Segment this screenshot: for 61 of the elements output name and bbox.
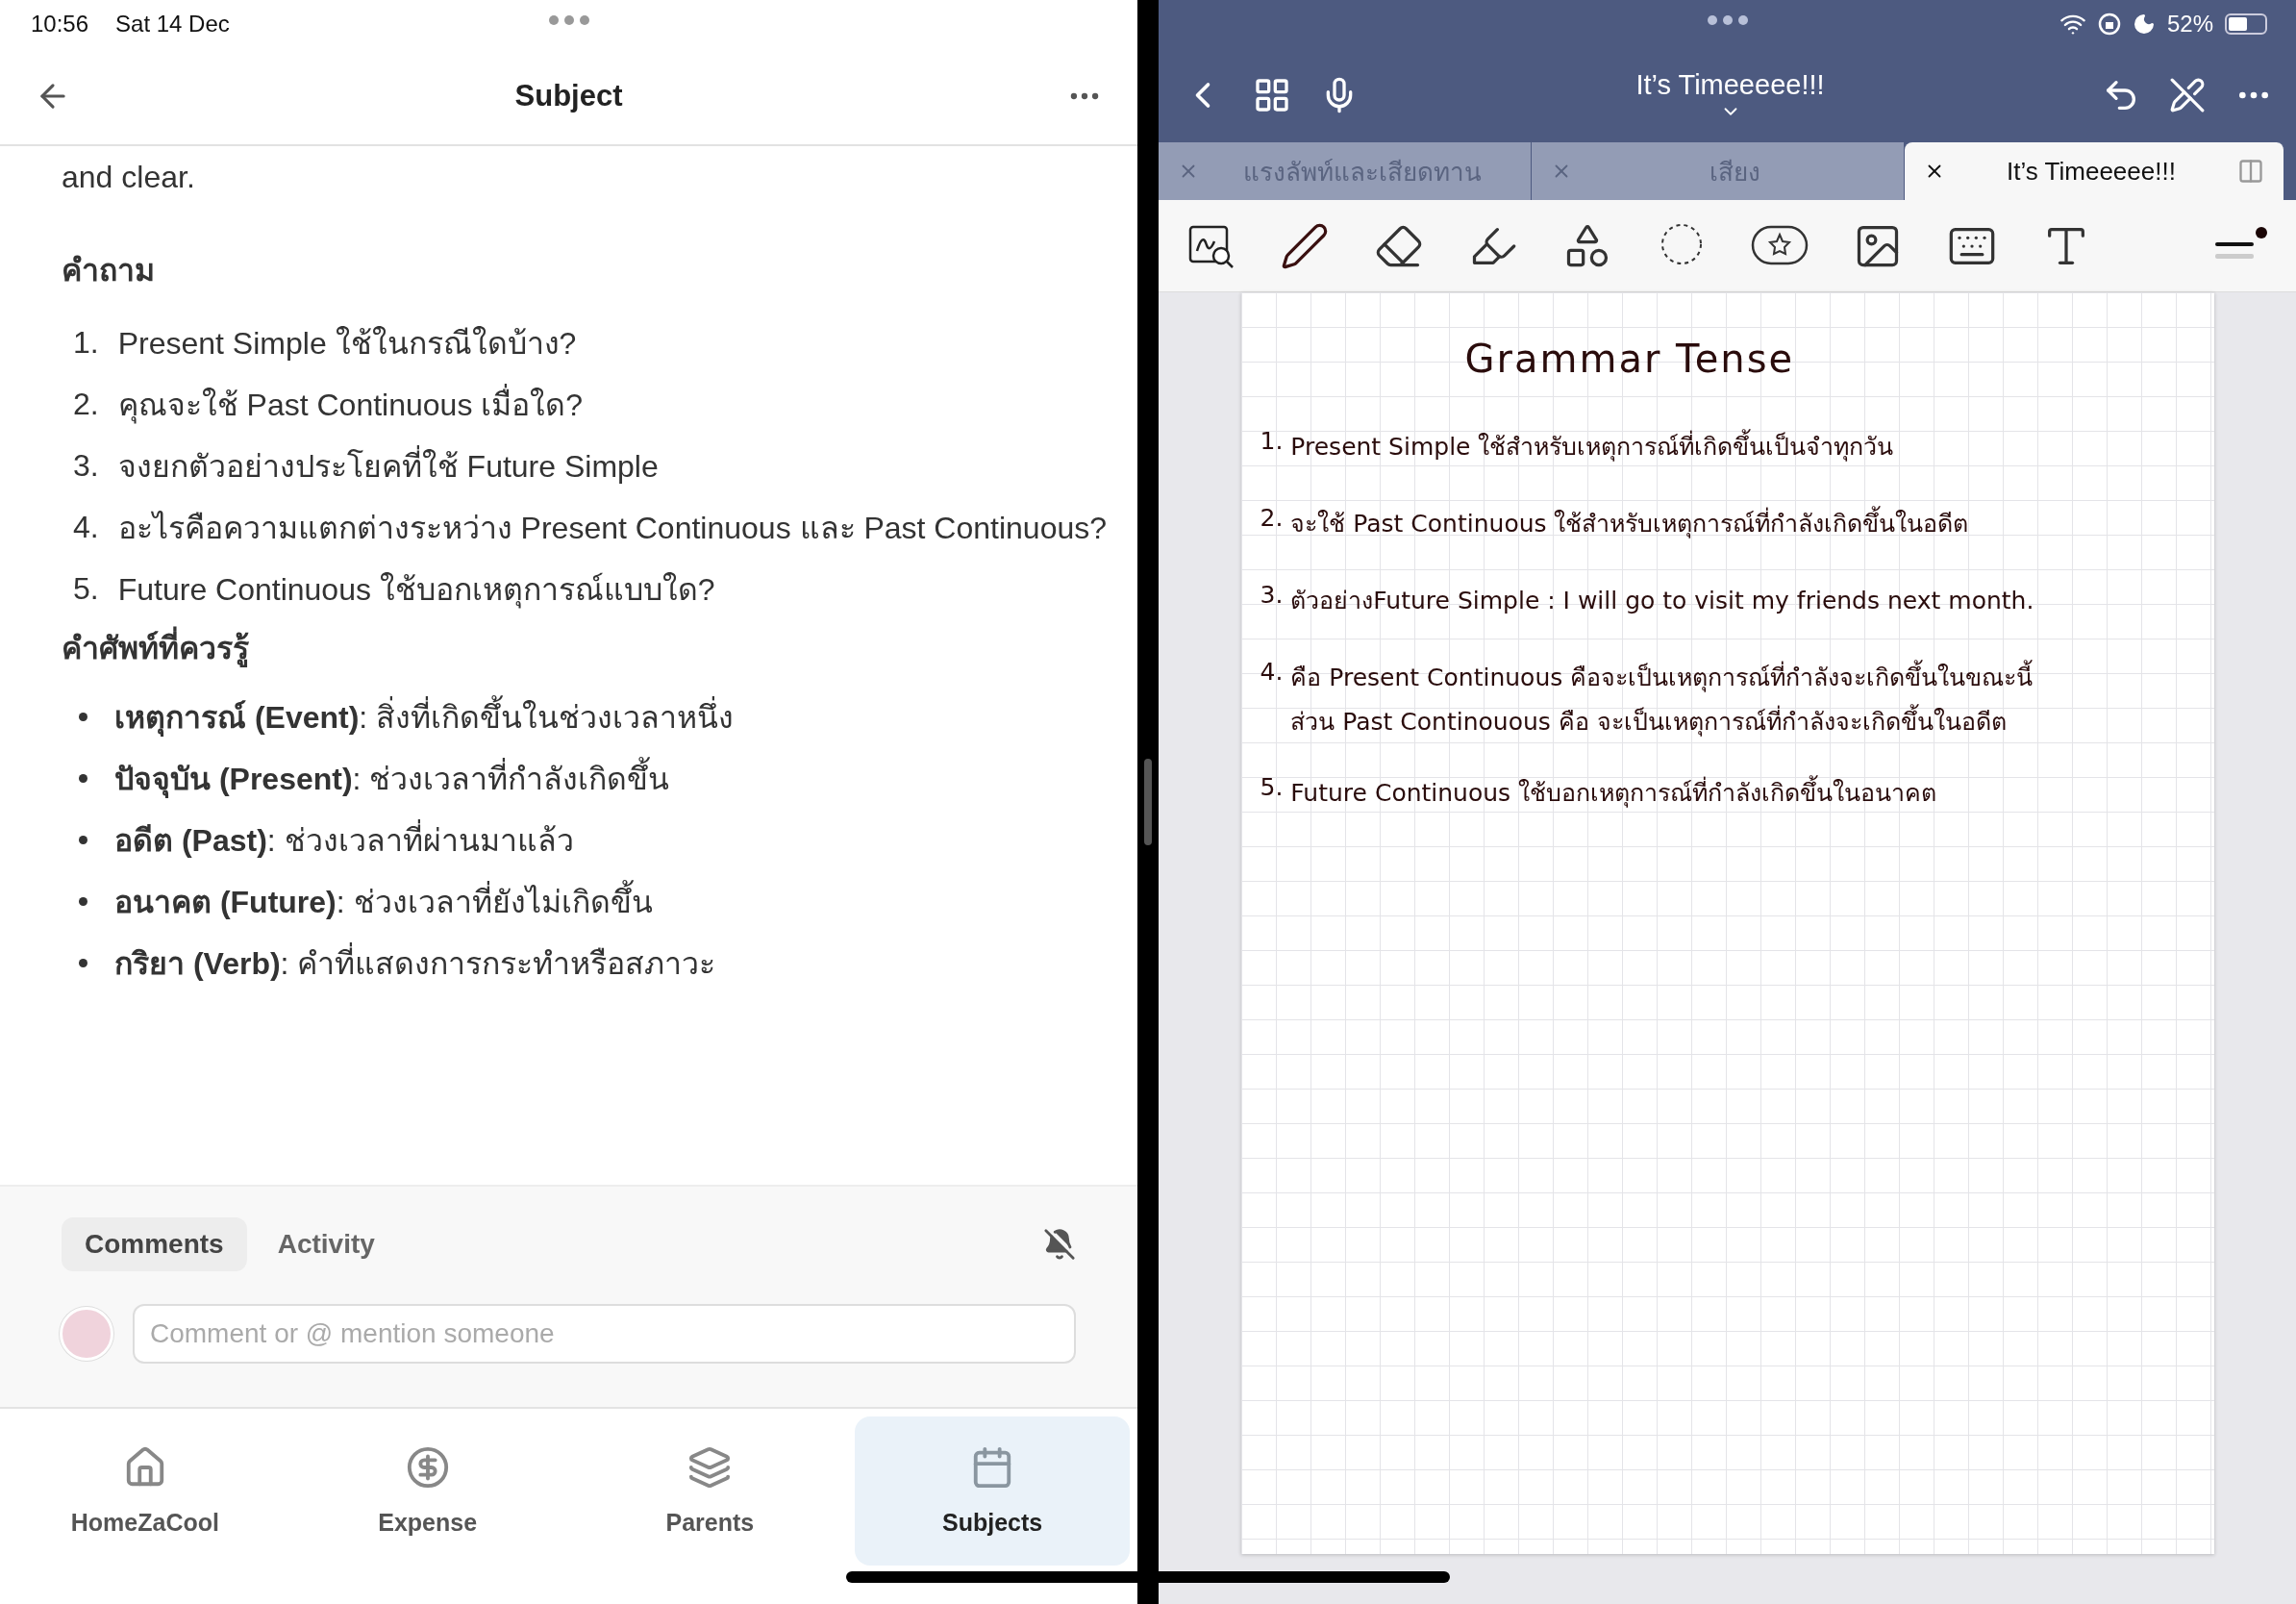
note-number: 3. — [1260, 581, 1284, 611]
note-number: 4. — [1260, 658, 1284, 688]
bullet-icon — [79, 835, 87, 844]
moon-icon — [2132, 13, 2156, 36]
section-heading: คำถาม — [62, 252, 156, 289]
nav-tab[interactable]: HomeZaCool — [8, 1416, 283, 1566]
split-view-icon — [2237, 158, 2264, 185]
note-line: Present Simple ใช้สำหรับเหตุการณ์ที่เกิดขึ้นเป็นจำทุกวัน — [1290, 427, 1894, 465]
battery-icon — [2225, 13, 2267, 35]
bell-off-icon[interactable] — [1043, 1228, 1076, 1261]
vocabulary-text: ปัจจุบัน (Present): ช่วงเวลาที่กำลังเกิดขึ้น — [114, 753, 670, 803]
comment-input[interactable]: Comment or @ mention someone — [133, 1304, 1076, 1364]
list-number: 2. — [73, 386, 99, 422]
nav-tab[interactable]: Expense — [289, 1416, 565, 1566]
note-line: ส่วน Past Continouous คือ จะเป็นเหตุการณ์ที่กำลังจะเกิดขึ้นในอดีต — [1290, 702, 2034, 740]
split-handle[interactable] — [1144, 759, 1152, 845]
question-text: Present Simple ใช้ในกรณีใดบ้าง? — [117, 324, 577, 363]
note-line: ตัวอย่างFuture Simple : I will go to visit my friends next month. — [1290, 586, 2034, 616]
bullet-icon — [79, 712, 87, 721]
document-tab[interactable]: It’s Timeeeee!!! — [1905, 142, 2284, 200]
note-title: Grammar Tense — [1464, 337, 1796, 381]
list-number: 1. — [73, 324, 99, 361]
list-number: 4. — [73, 509, 99, 545]
nav-tab[interactable]: Subjects — [855, 1416, 1130, 1566]
bullet-icon — [79, 773, 87, 783]
multitask-dots-icon[interactable] — [548, 15, 589, 25]
note-number: 5. — [1260, 773, 1284, 803]
multitask-dots-icon[interactable] — [1707, 15, 1748, 25]
vocabulary-text: อนาคต (Future): ช่วงเวลาที่ยังไม่เกิดขึ้น — [114, 876, 653, 926]
note-number: 1. — [1260, 427, 1284, 457]
note-line: คือ Present Continuous คือจะเป็นเหตุการณ์ที่กำลังจะเกิดขึ้นในขณะนี้ — [1290, 658, 2034, 696]
rotation-lock-icon — [2097, 13, 2121, 36]
list-number: 3. — [73, 447, 99, 484]
note-line: จะใช้ Past Continuous ใช้สำหรับเหตุการณ์ที่กำลังเกิดขึ้นในอดีต — [1290, 504, 1969, 542]
comments-tab[interactable]: Activity — [254, 1217, 398, 1271]
document-title[interactable]: It’s Timeeeee!!! — [1387, 67, 2073, 123]
question-text: คุณจะใช้ Past Continuous เมื่อใด? — [117, 379, 584, 429]
nav-tab[interactable]: Parents — [572, 1416, 848, 1566]
question-text: Future Continuous ใช้บอกเหตุการณ์แบบใด? — [117, 570, 715, 611]
note-number: 2. — [1260, 504, 1284, 534]
bullet-icon — [79, 896, 87, 906]
status-time: 10:56 — [31, 11, 89, 38]
grid-icon[interactable] — [1253, 76, 1291, 114]
question-text: จงยกตัวอย่างประโยคที่ใช้ Future Simple — [117, 440, 659, 490]
vocabulary-text: อดีต (Past): ช่วงเวลาที่ผ่านมาแล้ว — [114, 815, 574, 865]
vocabulary-text: กริยา (Verb): คำที่แสดงการกระทำหรือสภาวะ — [114, 938, 716, 988]
stack-icon — [687, 1445, 733, 1490]
coin-icon — [405, 1445, 450, 1490]
status-date: Sat 14 Dec — [115, 11, 230, 38]
section-heading: คำศัพท์ที่ควรรู้ — [62, 623, 1076, 672]
question-text: อะไรคือความแตกต่างระหว่าง Present Continuous และ Past Continuous? — [117, 509, 1108, 547]
battery-percent: 52% — [2166, 11, 2213, 38]
comments-tab[interactable]: Comments — [62, 1217, 247, 1271]
page-title: Subject — [514, 79, 623, 113]
note-line: Future Continuous ใช้บอกเหตุการณ์ที่กำลังเกิดขึ้นในอนาคต — [1290, 773, 1937, 812]
avatar — [60, 1307, 113, 1361]
vocabulary-text: เหตุการณ์ (Event): สิ่งที่เกิดขึ้นในช่วงเวลาหนึ่ง — [114, 691, 735, 741]
pen-off-icon[interactable] — [2169, 77, 2206, 113]
list-number: 5. — [73, 570, 99, 607]
bullet-icon — [79, 958, 87, 967]
paragraph-text: and clear. — [62, 160, 196, 195]
